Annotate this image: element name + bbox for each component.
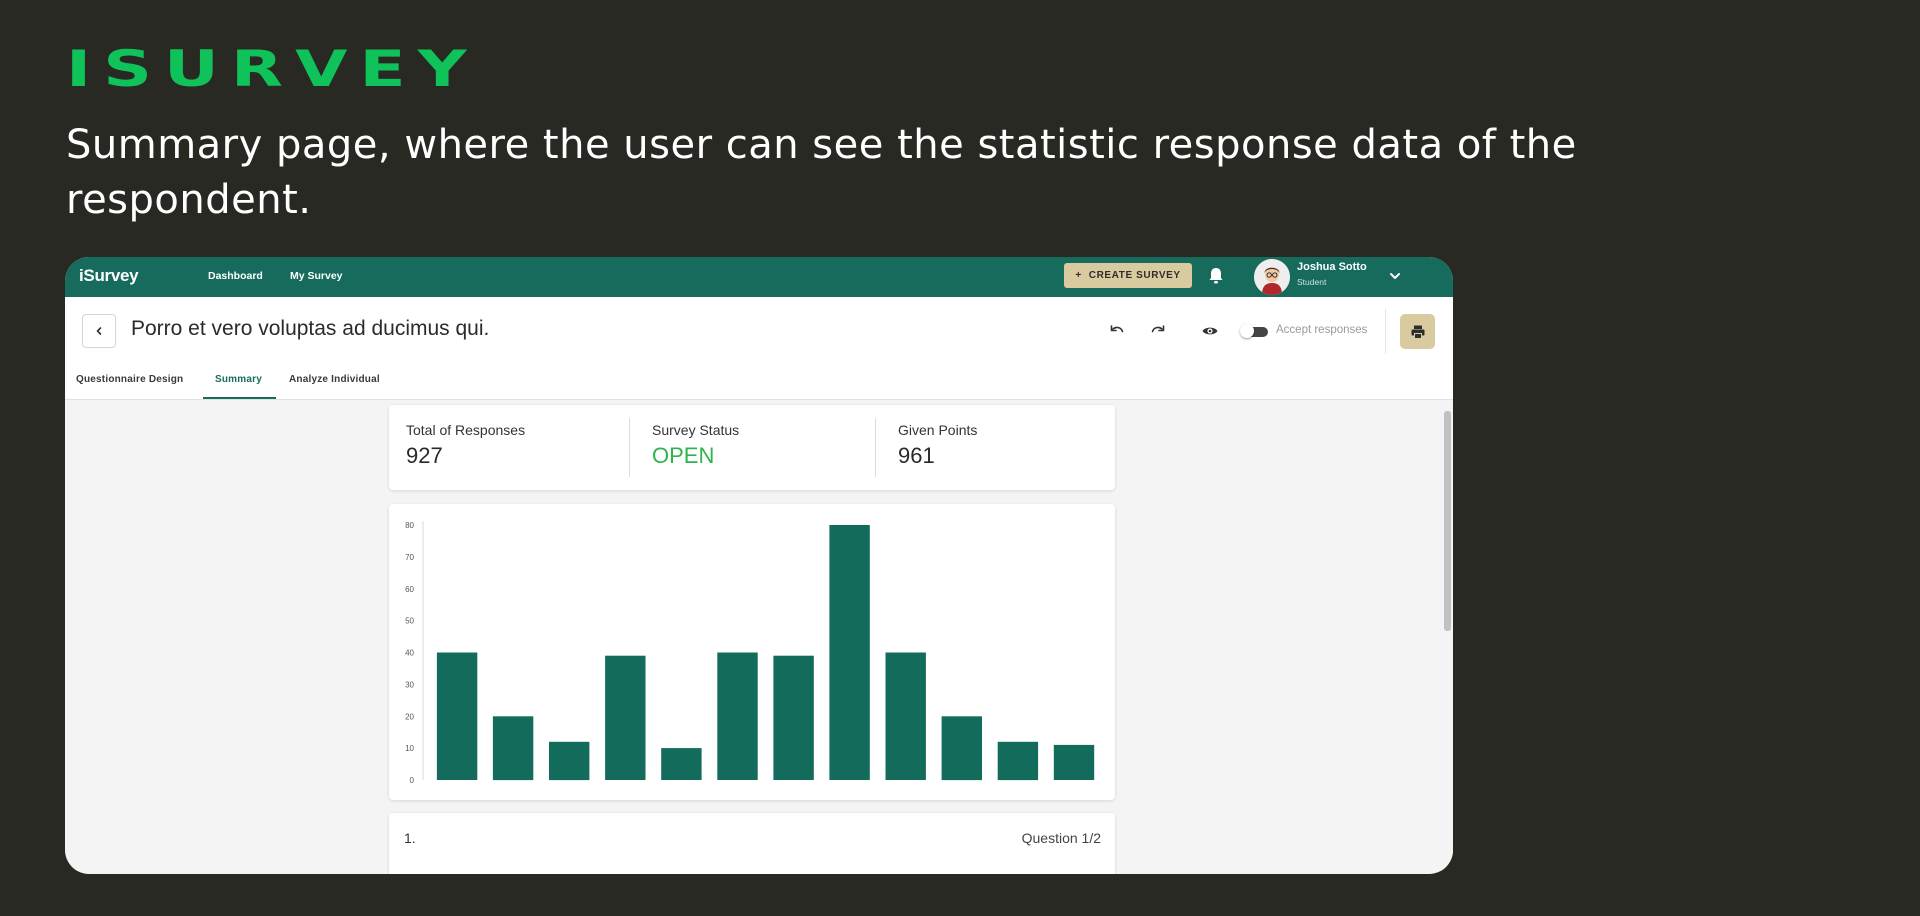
chart-bar[interactable]	[549, 741, 590, 781]
scrollbar[interactable]	[1441, 400, 1453, 874]
y-tick-label: 40	[405, 649, 414, 658]
top-navbar: iSurvey Dashboard My Survey + CREATE SUR…	[65, 257, 1453, 297]
chart-bar[interactable]	[885, 652, 926, 781]
chevron-left-icon	[96, 327, 102, 335]
user-avatar-icon	[1254, 259, 1290, 295]
response-chart-card: 0 10 20 30 40 50 60 70 80	[389, 504, 1115, 800]
y-tick-label: 20	[405, 712, 414, 721]
y-tick-label: 10	[405, 744, 414, 753]
y-tick-label: 60	[405, 585, 414, 594]
create-survey-label: CREATE SURVEY	[1088, 270, 1181, 281]
response-bar-chart: 0 10 20 30 40 50 60 70 80	[405, 521, 1095, 785]
redo-icon[interactable]	[1149, 322, 1167, 340]
stat-given-points: Given Points 961	[881, 405, 1126, 490]
chart-bar[interactable]	[717, 652, 758, 781]
avatar[interactable]	[1254, 259, 1290, 295]
chart-bar[interactable]	[605, 655, 646, 780]
page-caption: Summary page, where the user can see the…	[66, 122, 1577, 223]
chart-bar[interactable]	[661, 748, 702, 780]
accept-responses-label: Accept responses	[1276, 324, 1368, 336]
survey-header: Porro et vero voluptas ad ducimus qui. A…	[65, 297, 1453, 400]
app-window: iSurvey Dashboard My Survey + CREATE SUR…	[65, 257, 1453, 874]
stat-value: 961	[898, 443, 935, 468]
chevron-down-icon[interactable]	[1388, 269, 1402, 283]
summary-content: Total of Responses 927 Survey Status OPE…	[65, 400, 1439, 874]
stat-label: Survey Status	[652, 422, 740, 438]
chart-bar[interactable]	[997, 741, 1039, 781]
stat-divider	[629, 418, 630, 477]
stat-total-responses: Total of Responses 927	[389, 405, 634, 490]
chart-bar[interactable]	[1053, 744, 1095, 780]
stats-card: Total of Responses 927 Survey Status OPE…	[389, 405, 1115, 490]
user-role: Student	[1297, 277, 1327, 287]
question-card: 1. Question 1/2	[389, 813, 1115, 874]
active-tab-indicator	[203, 397, 276, 399]
y-tick-label: 50	[405, 617, 414, 626]
bell-icon[interactable]	[1207, 266, 1225, 286]
status-badge: OPEN	[652, 443, 715, 468]
tab-summary[interactable]: Summary	[215, 374, 262, 385]
question-number: 1.	[404, 830, 416, 846]
create-survey-button[interactable]: + CREATE SURVEY	[1064, 263, 1192, 288]
chart-bar[interactable]	[492, 716, 534, 781]
y-tick-label: 30	[405, 680, 414, 689]
undo-icon[interactable]	[1108, 322, 1126, 340]
plus-icon: +	[1075, 270, 1082, 281]
tab-questionnaire-design[interactable]: Questionnaire Design	[76, 374, 183, 385]
header-divider	[1385, 309, 1386, 354]
question-counter: Question 1/2	[1021, 830, 1101, 846]
toggle-knob	[1240, 324, 1254, 338]
back-button[interactable]	[82, 314, 116, 348]
stat-label: Given Points	[898, 422, 978, 438]
nav-dashboard[interactable]: Dashboard	[208, 270, 263, 282]
y-tick-label: 80	[405, 521, 414, 530]
stat-value: 927	[406, 443, 443, 468]
chart-bar[interactable]	[773, 655, 814, 780]
user-name[interactable]: Joshua Sotto	[1297, 261, 1367, 273]
app-logo[interactable]: iSurvey	[79, 266, 139, 286]
eye-icon[interactable]	[1201, 322, 1219, 340]
chart-bar[interactable]	[436, 652, 478, 781]
stat-label: Total of Responses	[406, 422, 526, 438]
chart-bar[interactable]	[941, 716, 982, 781]
nav-my-survey[interactable]: My Survey	[290, 270, 343, 282]
brand-logo: ISURVEY	[66, 40, 479, 98]
scrollbar-thumb[interactable]	[1444, 411, 1451, 631]
stat-survey-status: Survey Status OPEN	[635, 405, 880, 490]
chart-bar[interactable]	[829, 525, 870, 780]
y-tick-label: 70	[405, 553, 414, 562]
stat-divider	[875, 418, 876, 477]
tab-analyze-individual[interactable]: Analyze Individual	[289, 374, 380, 385]
survey-title: Porro et vero voluptas ad ducimus qui.	[131, 317, 490, 340]
printer-icon	[1411, 325, 1424, 339]
y-tick-label: 0	[410, 776, 415, 785]
print-button[interactable]	[1400, 314, 1435, 349]
accept-responses-toggle[interactable]	[1240, 324, 1270, 338]
